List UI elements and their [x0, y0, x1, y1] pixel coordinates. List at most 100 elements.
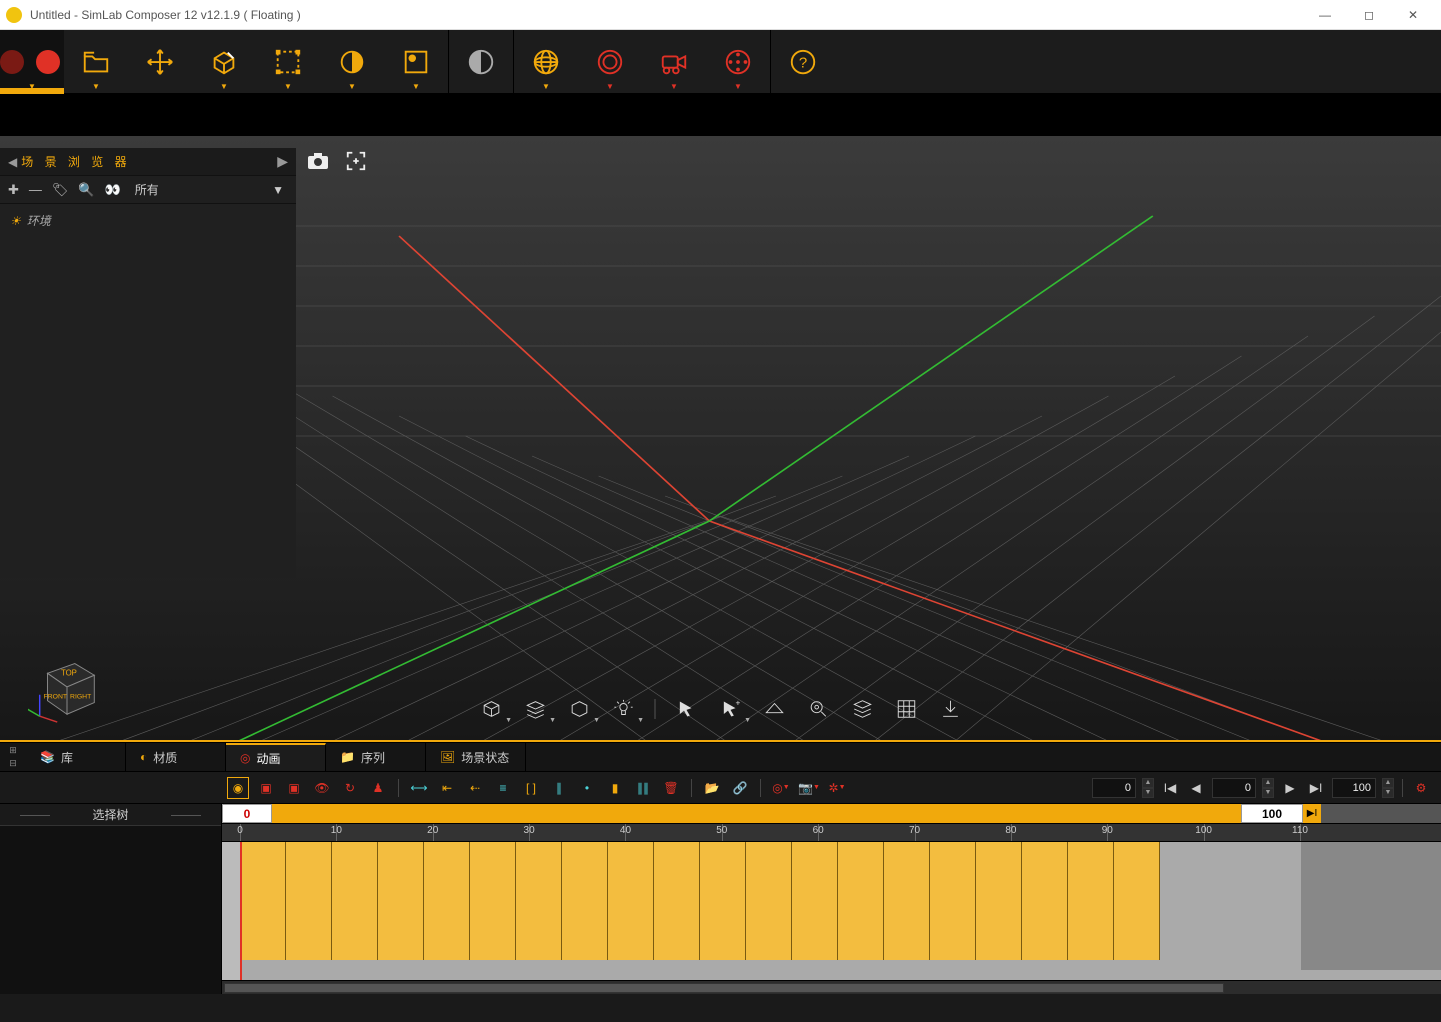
bars-icon[interactable]: ≡: [493, 778, 513, 798]
go-start-button[interactable]: I◀: [1160, 778, 1180, 798]
svg-text:FRONT: FRONT: [44, 694, 67, 701]
primitive-button[interactable]: ▼: [566, 696, 592, 722]
maximize-button[interactable]: ◻: [1347, 1, 1391, 29]
search-icon[interactable]: 🔍: [78, 182, 94, 198]
play-button[interactable]: ▶: [1280, 778, 1300, 798]
spin-down[interactable]: ▼: [1262, 788, 1274, 798]
tree-item-environment[interactable]: ☀ 环境: [10, 212, 286, 229]
dot-icon[interactable]: •: [577, 778, 597, 798]
reel-tool[interactable]: ▼: [706, 30, 770, 93]
plane-button[interactable]: [761, 696, 787, 722]
range-start-box[interactable]: 0: [222, 804, 272, 823]
tag-icon[interactable]: 🏷: [52, 182, 69, 198]
camera-tool[interactable]: ▼: [642, 30, 706, 93]
stack-button[interactable]: [849, 696, 875, 722]
step-back-icon[interactable]: ⇠: [465, 778, 485, 798]
pointer-button[interactable]: [673, 696, 699, 722]
zoom-extent-button[interactable]: [805, 696, 831, 722]
selection-tool[interactable]: ▼: [256, 30, 320, 93]
spin-up[interactable]: ▲: [1382, 778, 1394, 788]
skip-start-icon[interactable]: ⇤: [437, 778, 457, 798]
link-icon[interactable]: 🔗: [730, 778, 750, 798]
range-end-box[interactable]: 100: [1241, 804, 1303, 823]
tab-material[interactable]: ◐ 材质: [126, 743, 226, 771]
camera-icon[interactable]: [304, 150, 332, 172]
tab-sequence[interactable]: 📁 序列: [326, 743, 426, 771]
reel-drop-icon[interactable]: ✲▼: [827, 778, 847, 798]
minimize-button[interactable]: ―: [1303, 1, 1347, 29]
record-tool[interactable]: ▼: [0, 30, 64, 93]
svg-text:+: +: [735, 699, 740, 708]
panel-expand-right-icon[interactable]: ▶: [277, 153, 288, 170]
add-folder-icon[interactable]: 📂: [702, 778, 722, 798]
cube-mode-button[interactable]: ▼: [478, 696, 504, 722]
timeline-range-bar[interactable]: 0 100 ▶I: [222, 804, 1441, 824]
file-tool[interactable]: ▼: [64, 30, 128, 93]
window-title: Untitled - SimLab Composer 12 v12.1.9 ( …: [30, 8, 1303, 22]
chevron-down-icon: ▼: [606, 82, 614, 91]
lens-tool[interactable]: ▼: [578, 30, 642, 93]
timeline-tree-body[interactable]: [0, 826, 221, 994]
tab-label: 序列: [361, 749, 385, 766]
panel-collapse-left-icon[interactable]: ◀: [8, 155, 17, 169]
start-frame-input[interactable]: [1092, 778, 1136, 798]
pointer-plus-button[interactable]: +▼: [717, 696, 743, 722]
globe-tool[interactable]: ▼: [514, 30, 578, 93]
spin-up[interactable]: ▲: [1142, 778, 1154, 788]
light-button[interactable]: ▼: [610, 696, 636, 722]
tab-animation[interactable]: ◎ 动画: [226, 743, 326, 771]
help-tool[interactable]: ?: [771, 30, 835, 93]
add-icon[interactable]: ✚: [8, 182, 19, 198]
app-icon: [6, 7, 22, 23]
timeline-track[interactable]: [222, 842, 1441, 980]
range-end-handle[interactable]: ▶I: [1303, 804, 1321, 823]
camera-drop-icon[interactable]: 📷▼: [799, 778, 819, 798]
autokey-icon[interactable]: ◉: [228, 778, 248, 798]
layers-button[interactable]: ▼: [522, 696, 548, 722]
nav-cube[interactable]: TOP FRONT RIGHT: [28, 646, 106, 724]
filter-select[interactable]: 所有 ▼: [135, 181, 288, 198]
cube-pair-icon[interactable]: ▣: [284, 778, 304, 798]
range-track[interactable]: [272, 804, 1241, 823]
svg-text:RIGHT: RIGHT: [70, 694, 91, 701]
tab-library[interactable]: 📚 库: [26, 743, 126, 771]
panel-toggle-icons[interactable]: ⊞⊟: [0, 743, 26, 771]
binocular-icon[interactable]: 👀: [105, 182, 121, 198]
appearance-tool[interactable]: ▼: [320, 30, 384, 93]
chevron-down-icon: ▼: [542, 82, 550, 91]
spin-down[interactable]: ▼: [1142, 788, 1154, 798]
close-button[interactable]: ✕: [1391, 1, 1435, 29]
playhead[interactable]: [240, 842, 242, 980]
current-frame-input[interactable]: [1212, 778, 1256, 798]
main-toolbar: ▼ ▼ ▼ ▼ ▼ ▼ ▼ ▼ ▼ ▼ ?: [0, 30, 1441, 94]
timeline-ruler[interactable]: 0102030405060708090100110: [222, 824, 1441, 842]
focus-icon[interactable]: [342, 150, 370, 172]
move-tool[interactable]: [128, 30, 192, 93]
bars3-icon[interactable]: ∥∥: [633, 778, 653, 798]
bars2-icon[interactable]: ∥: [549, 778, 569, 798]
tab-scene-state[interactable]: 🖼 场景状态: [426, 743, 526, 771]
cycle-icon[interactable]: ↻: [340, 778, 360, 798]
settings-gear-icon[interactable]: ⚙: [1411, 778, 1431, 798]
end-frame-input[interactable]: [1332, 778, 1376, 798]
grid-button[interactable]: [893, 696, 919, 722]
spin-down[interactable]: ▼: [1382, 788, 1394, 798]
contrast-tool[interactable]: [449, 30, 513, 93]
range-icon[interactable]: ⟷: [409, 778, 429, 798]
remove-icon[interactable]: —: [29, 182, 42, 197]
edit-tool[interactable]: ▼: [192, 30, 256, 93]
download-button[interactable]: [937, 696, 963, 722]
bracket-icon[interactable]: [ ]: [521, 778, 541, 798]
seat-icon[interactable]: ♟: [368, 778, 388, 798]
spin-up[interactable]: ▲: [1262, 778, 1274, 788]
barv-icon[interactable]: ▮: [605, 778, 625, 798]
rings-icon[interactable]: ◎▼: [771, 778, 791, 798]
go-end-button[interactable]: ▶I: [1306, 778, 1326, 798]
eye-icon[interactable]: 👁: [312, 778, 332, 798]
trash-icon[interactable]: 🗑: [661, 778, 681, 798]
timeline-scrollbar[interactable]: [222, 980, 1441, 994]
cube-red-icon[interactable]: ▣: [256, 778, 276, 798]
step-back-button[interactable]: ◀: [1186, 778, 1206, 798]
environment-tool[interactable]: ▼: [384, 30, 448, 93]
timeline-area: 选择树 0 100 ▶I 0102030405060708090100110: [0, 804, 1441, 994]
